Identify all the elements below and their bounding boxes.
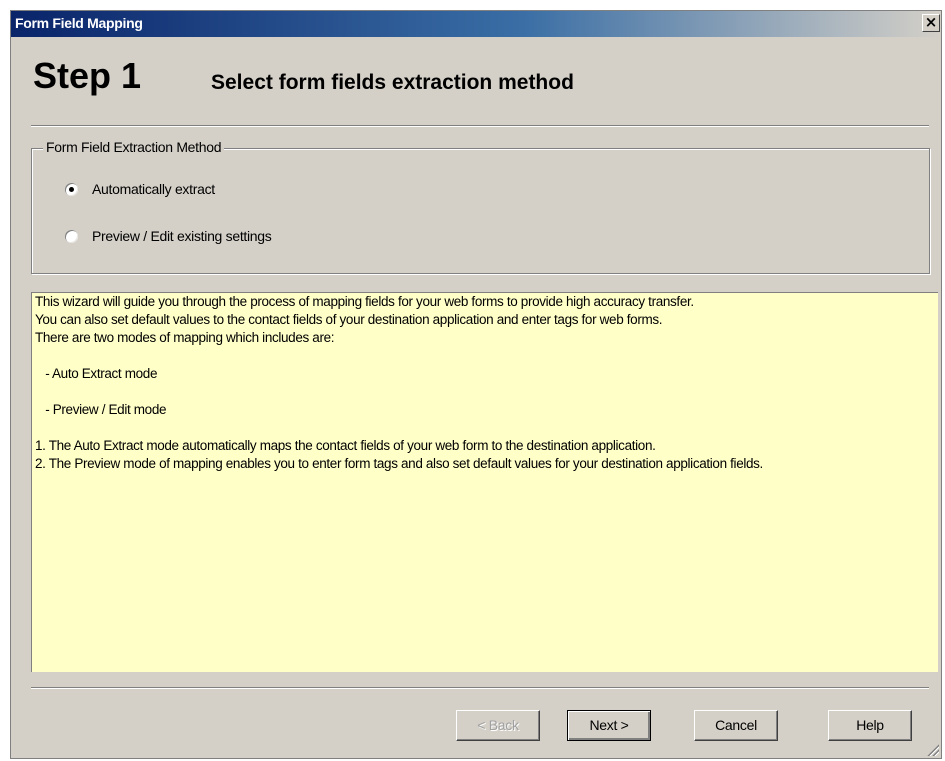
close-icon[interactable]: × [922, 14, 940, 32]
cancel-button[interactable]: Cancel [694, 710, 778, 741]
title-bar[interactable]: Form Field Mapping × [11, 11, 941, 37]
radio-label[interactable]: Automatically extract [92, 181, 215, 197]
footer-separator [31, 687, 929, 689]
info-line: You can also set default values to the c… [35, 312, 663, 327]
radio-button-unselected[interactable] [65, 229, 78, 243]
radio-automatically-extract[interactable]: Automatically extract [65, 179, 215, 199]
resize-grip-icon[interactable] [927, 744, 939, 756]
step-heading: Step 1 [33, 55, 142, 96]
form-field-mapping-dialog: Form Field Mapping × Step 1 Select form … [10, 10, 942, 759]
header-separator [31, 125, 929, 127]
radio-label[interactable]: Preview / Edit existing settings [92, 228, 272, 244]
info-line: - Preview / Edit mode [35, 402, 167, 417]
extraction-method-groupbox [31, 148, 930, 274]
wizard-info-panel: This wizard will guide you through the p… [31, 292, 938, 672]
radio-preview-edit[interactable]: Preview / Edit existing settings [65, 226, 272, 246]
info-line: - Auto Extract mode [35, 366, 158, 381]
groupbox-legend: Form Field Extraction Method [43, 139, 225, 155]
info-line: This wizard will guide you through the p… [35, 294, 694, 309]
radio-button-selected[interactable] [65, 182, 78, 196]
step-subtitle: Select form fields extraction method [211, 71, 574, 94]
help-button[interactable]: Help [828, 710, 912, 741]
window-title: Form Field Mapping [15, 15, 143, 31]
back-button[interactable]: < Back [456, 710, 540, 741]
info-line: There are two modes of mapping which inc… [35, 330, 335, 345]
next-button[interactable]: Next > [567, 710, 651, 741]
info-line: 2. The Preview mode of mapping enables y… [35, 456, 763, 471]
info-line: 1. The Auto Extract mode automatically m… [35, 438, 656, 453]
